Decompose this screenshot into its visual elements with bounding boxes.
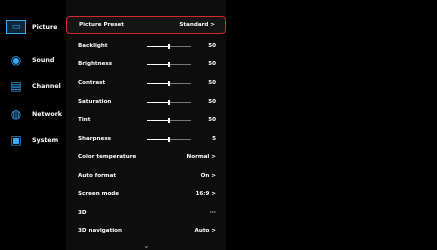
setting-label: Auto format [78, 173, 117, 179]
setting-saturation[interactable]: Saturation 50 [66, 93, 226, 111]
setting-screen-mode[interactable]: Screen mode 16:9 > [66, 185, 226, 203]
backlight-slider[interactable] [147, 43, 191, 49]
setting-label: 3D navigation [78, 228, 122, 234]
setting-picture-preset[interactable]: Picture Preset Standard > [66, 16, 226, 34]
slider-knob[interactable] [168, 43, 170, 49]
setting-value: ··· [209, 210, 216, 216]
slider-fill [147, 82, 169, 84]
sidebar-item-label: Network [32, 110, 62, 118]
setting-auto-format[interactable]: Auto format On > [66, 167, 226, 185]
settings-sidebar: ▭ Picture ◉ Sound ▤ Channel ◍ Network ▣ … [0, 0, 62, 250]
setting-label: Tint [78, 117, 91, 123]
setting-value: 50 [208, 61, 216, 67]
setting-value: 5 [212, 136, 216, 142]
sidebar-item-network[interactable]: ◍ Network [6, 104, 62, 124]
setting-value: Standard > [179, 22, 215, 28]
globe-icon: ◍ [10, 107, 22, 121]
setting-value: On > [200, 173, 216, 179]
setting-contrast[interactable]: Contrast 50 [66, 74, 226, 92]
setting-brightness[interactable]: Brightness 50 [66, 55, 226, 73]
setting-color-temperature[interactable]: Color temperature Normal > [66, 148, 226, 166]
brightness-slider[interactable] [147, 61, 191, 67]
sidebar-item-picture[interactable]: ▭ Picture [6, 17, 62, 37]
slider-fill [147, 138, 169, 140]
setting-value: Normal > [186, 154, 216, 160]
slider-fill [147, 45, 169, 47]
contrast-slider[interactable] [147, 80, 191, 86]
setting-label: Picture Preset [79, 22, 124, 28]
setting-label: Saturation [78, 99, 112, 105]
setting-value: 50 [208, 117, 216, 123]
sidebar-item-label: Channel [32, 82, 61, 90]
setting-label: Backlight [78, 43, 108, 49]
picture-icon: ▭ [6, 20, 26, 34]
sidebar-item-label: System [32, 136, 59, 144]
setting-label: 3D [78, 210, 87, 216]
slider-knob[interactable] [168, 80, 170, 86]
slider-knob[interactable] [168, 99, 170, 105]
setting-value: 50 [208, 99, 216, 105]
saturation-slider[interactable] [147, 99, 191, 105]
slider-knob[interactable] [168, 136, 170, 142]
channel-icon: ▤ [10, 79, 22, 93]
setting-sharpness[interactable]: Sharpness 5 [66, 130, 226, 148]
sidebar-item-sound[interactable]: ◉ Sound [6, 50, 62, 70]
slider-knob[interactable] [168, 61, 170, 67]
slider-fill [147, 63, 169, 65]
tint-slider[interactable] [147, 117, 191, 123]
setting-label: Sharpness [78, 136, 111, 142]
setting-value: Auto > [194, 228, 216, 234]
setting-backlight[interactable]: Backlight 50 [66, 37, 226, 55]
setting-label: Contrast [78, 80, 106, 86]
setting-value: 16:9 > [195, 191, 216, 197]
sidebar-item-system[interactable]: ▣ System [6, 130, 62, 150]
sidebar-item-channel[interactable]: ▤ Channel [6, 76, 62, 96]
setting-label: Screen mode [78, 191, 120, 197]
speaker-icon: ◉ [10, 53, 22, 67]
slider-fill [147, 101, 169, 103]
setting-3d[interactable]: 3D ··· [66, 204, 226, 222]
setting-3d-navigation[interactable]: 3D navigation Auto > [66, 222, 226, 240]
sharpness-slider[interactable] [147, 136, 191, 142]
setting-value: 50 [208, 43, 216, 49]
setting-tint[interactable]: Tint 50 [66, 111, 226, 129]
chevron-down-icon[interactable]: ⌄ [143, 241, 150, 250]
slider-fill [147, 119, 169, 121]
setting-label: Color temperature [78, 154, 137, 160]
sidebar-item-label: Picture [32, 23, 58, 31]
sidebar-item-label: Sound [32, 56, 55, 64]
setting-value: 50 [208, 80, 216, 86]
system-icon: ▣ [10, 133, 22, 147]
setting-label: Brightness [78, 61, 113, 67]
slider-knob[interactable] [168, 117, 170, 123]
